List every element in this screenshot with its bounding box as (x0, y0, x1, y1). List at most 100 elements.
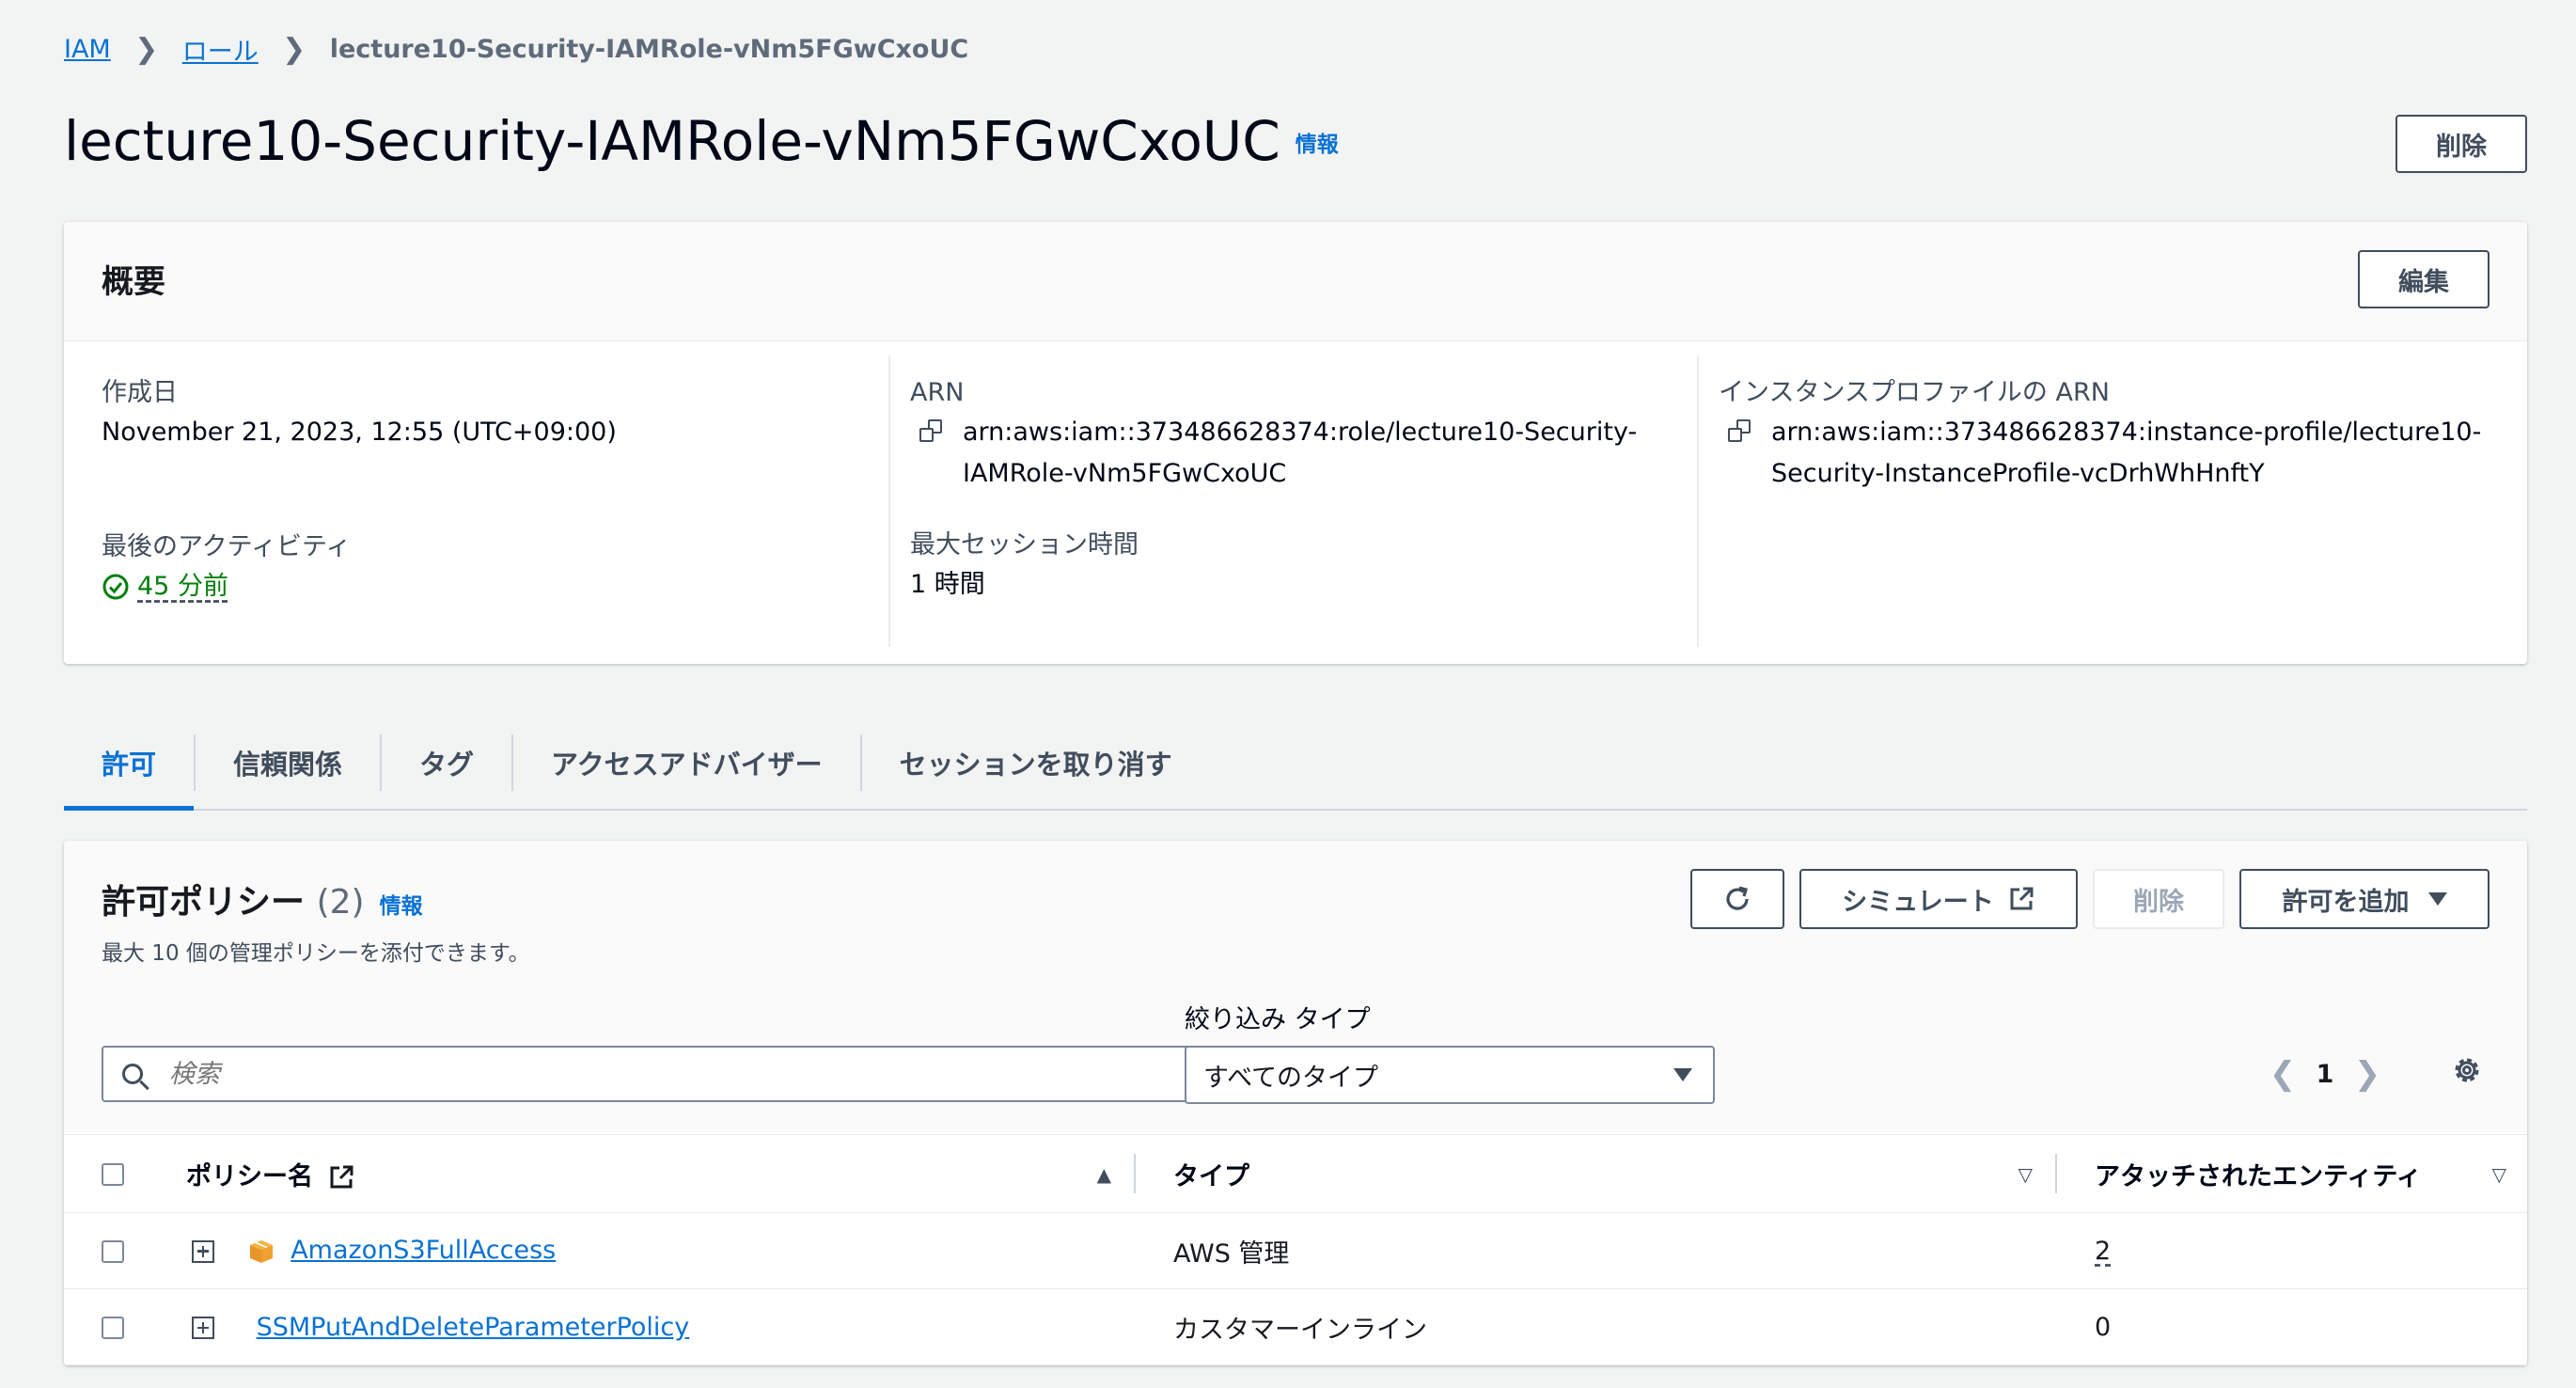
simulate-label: シミュレート (1842, 887, 1994, 917)
type-header-label: タイプ (1173, 1161, 1249, 1191)
search-input[interactable] (167, 1058, 1111, 1090)
gear-icon[interactable] (2450, 1053, 2484, 1096)
last-activity-text: 45 分前 (137, 572, 228, 601)
tab-tags[interactable]: タグ (382, 734, 514, 791)
attached-entities-count[interactable]: 2 (2095, 1237, 2111, 1266)
breadcrumb: IAM ❯ ロール ❯ lecture10-Security-IAMRole-v… (64, 30, 968, 68)
column-header-policy-name[interactable]: ポリシー名 ▲ (186, 1134, 1136, 1213)
policies-info-link[interactable]: 情報 (380, 894, 423, 919)
last-activity-value[interactable]: 45 分前 (102, 566, 617, 614)
arn-label: ARN (910, 378, 965, 407)
breadcrumb-current: lecture10-Security-IAMRole-vNm5FGwCxoUC (329, 34, 969, 64)
tab-revoke-sessions[interactable]: セッションを取り消す (862, 734, 1210, 791)
external-link-icon (2010, 887, 2034, 910)
refresh-button[interactable] (1690, 869, 1784, 929)
sort-icon[interactable]: ▽ (2492, 1163, 2506, 1186)
refresh-icon (1726, 886, 1749, 910)
policy-type-cell: AWS 管理 (1136, 1212, 2057, 1289)
page-title-row: lecture10-Security-IAMRole-vNm5FGwCxoUC 情… (64, 103, 1339, 182)
sort-ascending-icon[interactable]: ▲ (1097, 1163, 1111, 1186)
row-checkbox[interactable] (102, 1317, 124, 1339)
summary-panel: 概要 編集 作成日 November 21, 2023, 12:55 (UTC+… (64, 222, 2527, 664)
delete-policy-button[interactable]: 削除 (2093, 869, 2224, 929)
arn-line-2: IAMRole-vNm5FGwCxoUC (963, 459, 1287, 488)
arn-line-1: arn:aws:iam::373486628374:role/lecture10… (963, 418, 1638, 447)
table-header-row: ポリシー名 ▲ タイプ ▽ アタッチされたエンティティ ▽ (64, 1134, 2527, 1213)
summary-column-1: 作成日 November 21, 2023, 12:55 (UTC+09:00)… (102, 344, 617, 614)
caret-down-icon (2427, 892, 2447, 906)
expand-icon[interactable] (192, 1239, 214, 1263)
policies-count: (2) (316, 883, 365, 922)
entities-header-label: アタッチされたエンティティ (2095, 1161, 2422, 1191)
filter-type-select[interactable]: すべてのタイプ (1185, 1046, 1715, 1104)
policy-link[interactable]: SSMPutAndDeleteParameterPolicy (257, 1313, 690, 1342)
policies-title: 許可ポリシー (102, 883, 306, 922)
arn-text: arn:aws:iam::373486628374:role/lecture10… (963, 412, 1637, 495)
instance-profile-arn-text: arn:aws:iam::373486628374:instance-profi… (1771, 412, 2481, 495)
column-divider (1697, 355, 1699, 647)
row-select-cell (64, 1212, 196, 1289)
delete-role-button[interactable]: 削除 (2395, 115, 2527, 173)
max-session-label: 最大セッション時間 (910, 530, 1139, 560)
created-label: 作成日 (102, 378, 178, 407)
settings-gear-svg (2455, 1058, 2479, 1082)
policy-name-cell: SSMPutAndDeleteParameterPolicy (192, 1288, 1136, 1365)
instance-arn-line-2: Security-InstanceProfile-vcDrhWhHnftY (1771, 459, 2265, 488)
pagination: ❮ 1 ❯ (2264, 1053, 2386, 1095)
copy-icon[interactable] (1728, 419, 1752, 444)
edit-button[interactable]: 編集 (2358, 250, 2490, 308)
policies-table: ポリシー名 ▲ タイプ ▽ アタッチされたエンティティ ▽ AmazonS3Fu… (64, 1134, 2527, 1365)
instance-profile-arn-value: arn:aws:iam::373486628374:instance-profi… (1719, 412, 2508, 495)
last-activity-label: 最後のアクティビティ (102, 532, 352, 561)
copy-icon[interactable] (919, 419, 944, 444)
external-link-icon (330, 1165, 353, 1189)
table-row: AmazonS3FullAccess AWS 管理 2 (64, 1212, 2527, 1289)
policy-type-cell: カスタマーインライン (1136, 1288, 2057, 1365)
search-field[interactable] (102, 1046, 1211, 1102)
summary-column-2: ARN arn:aws:iam::373486628374:role/lectu… (910, 344, 1681, 606)
max-session-value: 1 時間 (910, 570, 985, 599)
row-checkbox[interactable] (102, 1240, 124, 1263)
policy-name-header-label: ポリシー名 (186, 1161, 313, 1191)
breadcrumb-roles-link[interactable]: ロール (182, 31, 259, 68)
summary-title: 概要 (102, 263, 165, 301)
policy-name-cell: AmazonS3FullAccess (192, 1212, 1136, 1289)
policies-title-row: 許可ポリシー (2) 情報 (102, 875, 423, 923)
column-header-type[interactable]: タイプ ▽ (1136, 1134, 2057, 1213)
add-permissions-label: 許可を追加 (2282, 887, 2410, 917)
tab-trust-relationships[interactable]: 信頼関係 (196, 734, 383, 791)
created-value: November 21, 2023, 12:55 (UTC+09:00) (102, 418, 617, 447)
filter-type-value: すべてのタイプ (1203, 1063, 1379, 1093)
instance-arn-line-1: arn:aws:iam::373486628374:instance-profi… (1771, 418, 2482, 447)
chevron-right-icon: ❯ (282, 32, 306, 66)
next-page-icon[interactable]: ❯ (2348, 1055, 2386, 1093)
sort-icon[interactable]: ▽ (2018, 1163, 2033, 1186)
add-permissions-button[interactable]: 許可を追加 (2239, 869, 2490, 929)
policy-link[interactable]: AmazonS3FullAccess (291, 1236, 556, 1265)
tab-access-advisor[interactable]: アクセスアドバイザー (513, 734, 862, 791)
column-header-attached-entities[interactable]: アタッチされたエンティティ ▽ (2057, 1134, 2527, 1213)
attached-entities-cell: 2 (2057, 1212, 2527, 1289)
filter-type-label: 絞り込み タイプ (1185, 1005, 1371, 1034)
tab-bar: 許可 信頼関係 タグ アクセスアドバイザー セッションを取り消す (64, 717, 2527, 811)
attached-entities-count: 0 (2057, 1288, 2527, 1365)
expand-icon[interactable] (192, 1317, 214, 1339)
permission-policies-panel: 許可ポリシー (2) 情報 最大 10 個の管理ポリシーを添付できます。 シミュレ… (64, 841, 2527, 1365)
previous-page-icon[interactable]: ❮ (2264, 1055, 2301, 1093)
summary-header: 概要 編集 (64, 222, 2527, 341)
page-title: lecture10-Security-IAMRole-vNm5FGwCxoUC (64, 109, 1280, 173)
breadcrumb-iam-link[interactable]: IAM (64, 35, 111, 64)
tab-permissions[interactable]: 許可 (64, 734, 196, 811)
info-link[interactable]: 情報 (1296, 133, 1339, 157)
check-circle-icon (102, 574, 129, 600)
simulate-button[interactable]: シミュレート (1799, 869, 2078, 929)
current-page[interactable]: 1 (2301, 1060, 2348, 1089)
select-all-checkbox[interactable] (102, 1163, 124, 1186)
caret-down-icon (1673, 1068, 1692, 1081)
last-activity-badge[interactable]: 45 分前 (102, 566, 228, 607)
instance-profile-arn-label: インスタンスプロファイルの ARN (1719, 378, 2110, 407)
aws-managed-box-icon (249, 1239, 273, 1263)
search-icon (122, 1064, 143, 1084)
arn-value: arn:aws:iam::373486628374:role/lecture10… (910, 412, 1681, 495)
row-select-cell (64, 1288, 196, 1365)
